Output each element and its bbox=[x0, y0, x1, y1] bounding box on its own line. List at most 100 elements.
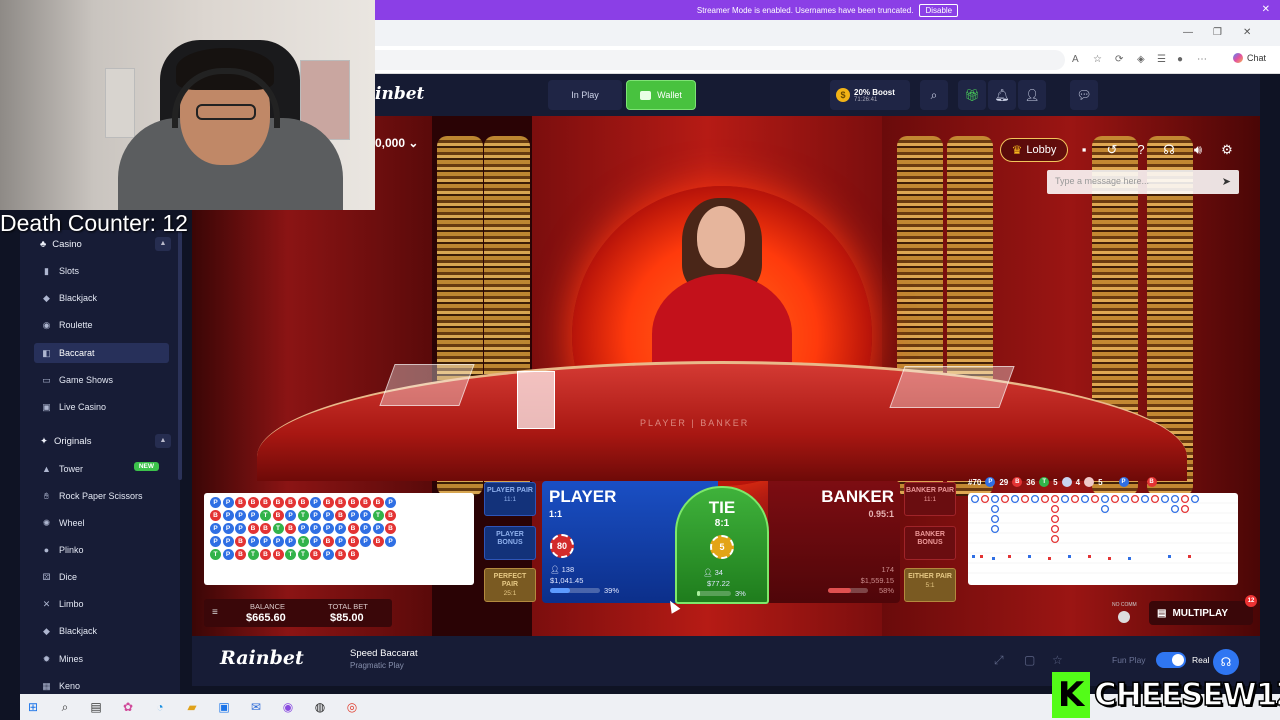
chip-stack-icon: ≡ bbox=[212, 607, 218, 618]
no-commission-toggle[interactable]: NO COMM bbox=[1112, 602, 1137, 623]
chat-placeholder: Type a message here... bbox=[1055, 176, 1150, 186]
no-comm-switch[interactable] bbox=[1118, 611, 1131, 623]
sidebar-section-casino[interactable]: ♣ Casino ▲ bbox=[34, 234, 179, 254]
webcam-glasses bbox=[196, 104, 256, 120]
star-icon[interactable]: ☆ bbox=[1052, 653, 1063, 667]
either-pair-bet[interactable]: EITHER PAIR 5:1 bbox=[904, 568, 956, 602]
hand-icon: ✋︎ bbox=[43, 490, 50, 501]
banker-bet-area[interactable]: BANKER 0.95:1 174 $1,559.15 58% bbox=[768, 481, 900, 603]
file-explorer-icon[interactable]: ▰ bbox=[184, 699, 200, 715]
history-icon[interactable]: ↺ bbox=[1103, 141, 1121, 159]
copilot-chat-button[interactable]: Chat bbox=[1232, 53, 1266, 63]
chat-toggle-icon[interactable]: ▪ bbox=[1075, 141, 1093, 159]
user-icon[interactable]: 👤︎ bbox=[1018, 80, 1046, 110]
theater-icon[interactable]: ▢ bbox=[1024, 653, 1035, 667]
sidebar-item-game-shows[interactable]: ▭ Game Shows bbox=[34, 370, 169, 390]
tower-icon: ▲ bbox=[42, 463, 51, 474]
top-balance[interactable]: 0,000 ⌄ bbox=[375, 136, 418, 150]
sidebar-item-plinko[interactable]: ● Plinko bbox=[34, 540, 169, 560]
multiplay-button[interactable]: ▤ MULTIPLAY 12 bbox=[1149, 595, 1257, 625]
bet-title: PLAYER PAIR bbox=[487, 487, 533, 494]
sidebar-item-blackjack-original[interactable]: ◆ Blackjack bbox=[34, 621, 169, 641]
chevron-up-icon[interactable]: ▲ bbox=[155, 434, 171, 448]
sidebar-item-slots[interactable]: ▮ Slots bbox=[34, 261, 169, 281]
windows-start-icon[interactable]: ⊞ bbox=[25, 699, 41, 715]
extension-icon[interactable]: ◈ bbox=[1137, 54, 1145, 65]
kick-logo-icon: K bbox=[1052, 672, 1090, 718]
address-bar[interactable] bbox=[375, 50, 1065, 70]
store-icon[interactable]: ▣ bbox=[216, 699, 232, 715]
copilot-icon[interactable]: ✿ bbox=[120, 699, 136, 715]
site-logo[interactable]: inbet bbox=[375, 84, 424, 104]
restore-icon[interactable]: ❐ bbox=[1213, 27, 1222, 38]
settings-gear-icon[interactable]: ⚙ bbox=[1218, 141, 1236, 159]
edge-icon[interactable]: ◔ bbox=[152, 699, 168, 715]
bell-icon[interactable]: 🔔︎ bbox=[988, 80, 1016, 110]
disable-button[interactable]: Disable bbox=[919, 3, 959, 17]
bead-road-cell: B bbox=[322, 497, 334, 508]
real-play-toggle[interactable] bbox=[1156, 652, 1186, 668]
bead-road-cell: P bbox=[222, 536, 234, 547]
chat-icon[interactable]: 💬︎ bbox=[1070, 80, 1098, 110]
boost-button[interactable]: $ 20% Boost 71:26:41 bbox=[830, 80, 910, 110]
bead-road-cell: P bbox=[372, 523, 384, 534]
sidebar-item-wheel[interactable]: ✺ Wheel bbox=[34, 513, 169, 533]
player-pair-bet[interactable]: PLAYER PAIR 11:1 bbox=[484, 482, 536, 516]
sidebar-scrollbar[interactable] bbox=[178, 230, 182, 480]
more-icon[interactable]: ⋯ bbox=[1197, 54, 1207, 65]
collections-icon[interactable]: ☰ bbox=[1157, 54, 1166, 65]
search-icon[interactable]: ⌕ bbox=[57, 699, 73, 715]
banker-bonus-bet[interactable]: BANKER BONUS bbox=[904, 526, 956, 560]
tie-bet-area[interactable]: TIE 8:1 5 👤︎ 34 $77.22 3% bbox=[675, 486, 769, 604]
sidebar-item-label: Plinko bbox=[59, 545, 84, 555]
bead-road-cell: T bbox=[372, 510, 384, 521]
task-view-icon[interactable]: ▤ bbox=[88, 699, 104, 715]
tab-wallet[interactable]: Wallet bbox=[626, 80, 696, 110]
sidebar-item-keno[interactable]: ▦ Keno bbox=[34, 676, 169, 696]
search-icon[interactable]: ⌕ bbox=[920, 80, 948, 110]
tab-in-play[interactable]: In Play bbox=[548, 80, 622, 110]
help-icon[interactable]: ? bbox=[1132, 141, 1150, 159]
volume-icon[interactable]: 🔊︎ bbox=[1189, 141, 1207, 159]
read-aloud-icon[interactable]: A bbox=[1072, 54, 1079, 65]
sidebar-item-tower[interactable]: ▲ Tower NEW bbox=[34, 459, 169, 479]
close-icon[interactable]: ✕ bbox=[1262, 4, 1270, 15]
send-icon[interactable]: ➤ bbox=[1222, 175, 1231, 188]
player-bonus-bet[interactable]: PLAYER BONUS bbox=[484, 526, 536, 560]
profile-icon[interactable]: ● bbox=[1177, 54, 1183, 65]
wallet-icon bbox=[640, 90, 652, 100]
sidebar-item-limbo[interactable]: ✕ Limbo bbox=[34, 594, 169, 614]
tie-bettors: 👤︎ 34 bbox=[703, 568, 723, 577]
sidebar-item-blackjack[interactable]: ◆ Blackjack bbox=[34, 288, 169, 308]
ask-player-icon[interactable]: P bbox=[1118, 477, 1129, 487]
window-close-icon[interactable]: ✕ bbox=[1243, 27, 1251, 38]
banker-pair-bet[interactable]: BANKER PAIR 11:1 bbox=[904, 482, 956, 516]
favorite-icon[interactable]: ☆ bbox=[1093, 54, 1102, 65]
balance-bar: ≡ BALANCE $665.60 TOTAL BET $85.00 bbox=[204, 599, 392, 627]
bead-road-cell: B bbox=[310, 549, 321, 560]
chat-input[interactable]: Type a message here... ➤ bbox=[1047, 170, 1239, 194]
ask-banker-icon[interactable]: B bbox=[1146, 477, 1157, 487]
sidebar-item-mines[interactable]: ✹ Mines bbox=[34, 649, 169, 669]
bead-road-cell: P bbox=[310, 510, 321, 521]
bead-road-cell: P bbox=[235, 523, 246, 534]
perfect-pair-bet[interactable]: PERFECT PAIR 25:1 bbox=[484, 568, 536, 602]
sidebar-section-originals[interactable]: ✦ Originals ▲ bbox=[34, 431, 179, 451]
sidebar-item-baccarat[interactable]: ◧ Baccarat bbox=[34, 343, 169, 363]
gift-icon[interactable]: 🎁︎ bbox=[958, 80, 986, 110]
mail-icon[interactable]: ✉ bbox=[248, 699, 264, 715]
minimize-icon[interactable]: — bbox=[1183, 27, 1193, 38]
discord-icon[interactable]: ◉ bbox=[280, 699, 296, 715]
chevron-up-icon[interactable]: ▲ bbox=[155, 237, 171, 251]
headset-icon[interactable]: ☊ bbox=[1160, 141, 1178, 159]
lobby-button[interactable]: ♛ Lobby bbox=[1000, 138, 1068, 162]
chrome-icon[interactable]: ◎ bbox=[344, 699, 360, 715]
no-comm-label: NO COMM bbox=[1112, 602, 1137, 608]
sidebar-item-rock-paper-scissors[interactable]: ✋︎ Rock Paper Scissors bbox=[34, 486, 169, 506]
sidebar-item-dice[interactable]: ⚄ Dice bbox=[34, 567, 169, 587]
refresh-icon[interactable]: ⟳ bbox=[1115, 54, 1123, 65]
sidebar-item-live-casino[interactable]: ▣ Live Casino bbox=[34, 397, 169, 417]
obs-icon[interactable]: ◍ bbox=[312, 699, 328, 715]
sidebar-item-roulette[interactable]: ◉ Roulette bbox=[34, 315, 169, 335]
expand-icon[interactable]: ⤢ bbox=[994, 653, 1004, 668]
